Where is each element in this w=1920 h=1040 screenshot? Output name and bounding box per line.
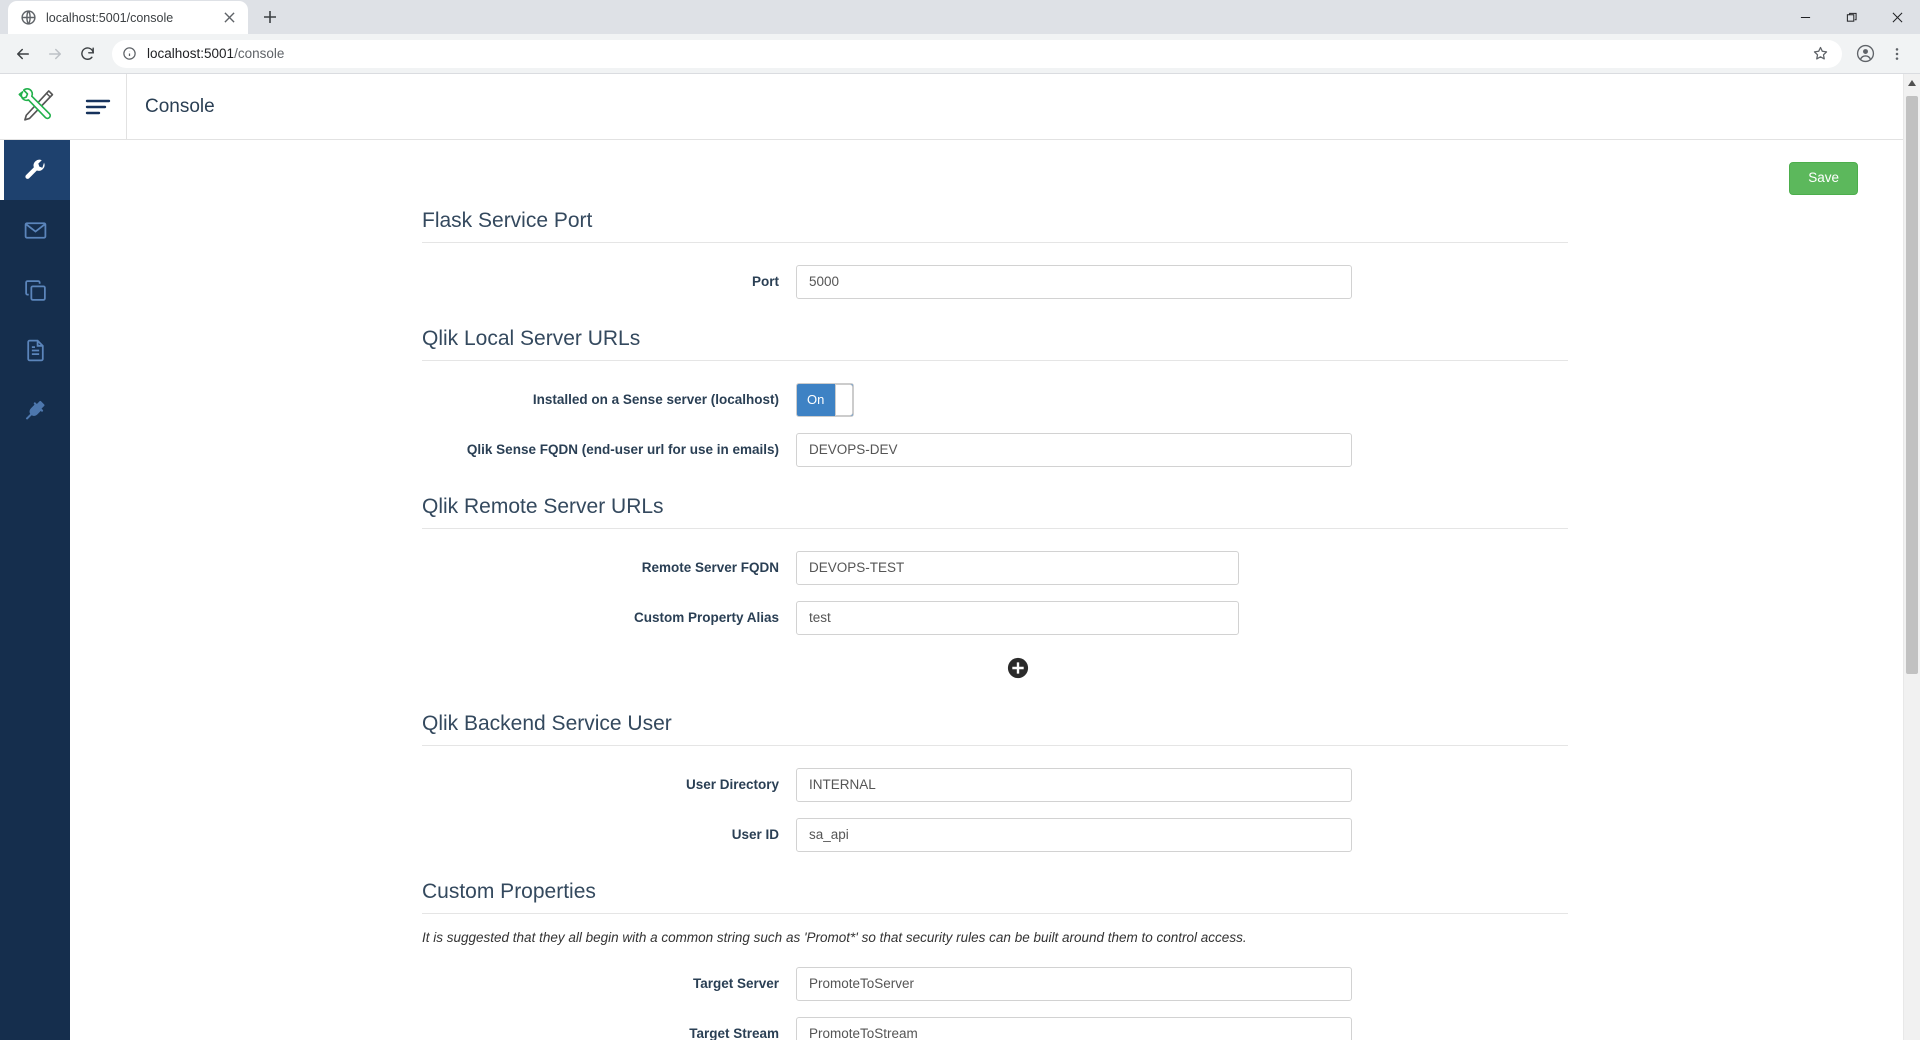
label-target-server: Target Server xyxy=(692,975,779,991)
sidebar-item-plugins[interactable] xyxy=(0,380,70,440)
field-row-remote-fqdn: Remote Server FQDN xyxy=(422,550,1568,585)
scrollbar-thumb[interactable] xyxy=(1906,96,1918,674)
tab-close-icon[interactable] xyxy=(220,9,238,27)
field-row-sense-fqdn: Qlik Sense FQDN (end-user url for use in… xyxy=(422,432,1568,467)
window-maximize-button[interactable] xyxy=(1828,0,1874,34)
window-controls xyxy=(1782,0,1920,34)
label-user-id: User ID xyxy=(731,826,779,842)
address-bar-url: localhost:5001/console xyxy=(147,46,284,61)
address-bar[interactable]: localhost:5001/console xyxy=(112,39,1842,68)
page-viewport: Console Save Flask Service Port Port 500… xyxy=(0,74,1920,1040)
browser-toolbar: localhost:5001/console xyxy=(0,34,1920,74)
scrollbar-up-arrow[interactable] xyxy=(1904,74,1920,91)
label-port: Port xyxy=(752,273,779,289)
new-tab-button[interactable] xyxy=(256,3,284,31)
browser-tab[interactable]: localhost:5001/console xyxy=(8,1,248,34)
profile-avatar-icon[interactable] xyxy=(1850,39,1880,69)
target-stream-input[interactable] xyxy=(796,1016,1352,1040)
label-target-stream: Target Stream xyxy=(689,1025,779,1040)
sidebar xyxy=(0,140,70,1040)
forward-arrow-icon[interactable] xyxy=(40,39,70,69)
envelope-icon xyxy=(23,218,48,243)
sidebar-item-settings[interactable] xyxy=(0,140,70,200)
sidebar-item-mail[interactable] xyxy=(0,200,70,260)
globe-icon xyxy=(20,9,37,26)
browser-menu-icon[interactable] xyxy=(1882,39,1912,69)
label-installed-localhost: Installed on a Sense server (localhost) xyxy=(532,391,779,407)
app-header: Console xyxy=(0,74,1920,140)
plug-icon xyxy=(23,398,48,423)
field-row-custom-property-alias: Custom Property Alias xyxy=(422,600,1568,635)
section-heading-local: Qlik Local Server URLs xyxy=(422,327,1568,361)
section-heading-backend: Qlik Backend Service User xyxy=(422,712,1568,746)
field-row-target-stream: Target Stream xyxy=(422,1016,1568,1040)
browser-tab-title: localhost:5001/console xyxy=(46,10,174,25)
address-path: /console xyxy=(234,46,285,61)
back-arrow-icon[interactable] xyxy=(8,39,38,69)
browser-window: localhost:5001/console localhost:5001/co… xyxy=(0,0,1920,1040)
sense-fqdn-input[interactable] xyxy=(796,432,1352,467)
field-row-user-id: User ID xyxy=(422,817,1568,852)
reload-arrow-icon[interactable] xyxy=(72,39,102,69)
page-scrollbar[interactable] xyxy=(1903,74,1920,1040)
main-content: Save Flask Service Port Port Qlik Local … xyxy=(70,140,1920,1040)
label-custom-property-alias: Custom Property Alias xyxy=(633,609,779,625)
label-sense-fqdn: Qlik Sense FQDN (end-user url for use in… xyxy=(466,441,779,457)
field-row-installed-localhost: Installed on a Sense server (localhost) … xyxy=(422,382,1568,417)
user-id-input[interactable] xyxy=(796,817,1352,852)
copy-icon xyxy=(23,278,48,303)
section-heading-flask: Flask Service Port xyxy=(422,209,1568,243)
window-close-button[interactable] xyxy=(1874,0,1920,34)
plus-circle-icon[interactable] xyxy=(1007,657,1029,684)
field-row-port: Port xyxy=(422,264,1568,299)
toggle-knob xyxy=(835,383,853,416)
page-title: Console xyxy=(145,95,215,117)
toggle-state-label: On xyxy=(807,392,825,408)
section-heading-remote: Qlik Remote Server URLs xyxy=(422,495,1568,529)
field-row-user-directory: User Directory xyxy=(422,767,1568,802)
installed-localhost-toggle[interactable]: On xyxy=(796,382,854,417)
info-circle-icon xyxy=(122,46,138,62)
save-toolbar: Save xyxy=(110,162,1880,195)
sidebar-item-documents[interactable] xyxy=(0,320,70,380)
add-remote-server-row xyxy=(422,651,1568,684)
label-remote-fqdn: Remote Server FQDN xyxy=(641,559,779,575)
user-directory-input[interactable] xyxy=(796,767,1352,802)
label-user-directory: User Directory xyxy=(685,776,779,792)
bookmark-star-icon[interactable] xyxy=(1812,45,1830,63)
settings-form: Flask Service Port Port Qlik Local Serve… xyxy=(422,209,1568,1040)
custom-property-alias-input[interactable] xyxy=(796,600,1239,635)
remote-fqdn-input[interactable] xyxy=(796,550,1239,585)
custom-properties-note: It is suggested that they all begin with… xyxy=(422,929,1247,945)
wrench-icon xyxy=(23,158,48,183)
field-row-target-server: Target Server xyxy=(422,966,1568,1001)
port-input[interactable] xyxy=(796,264,1352,299)
tools-logo-icon[interactable] xyxy=(0,74,70,140)
hamburger-menu-icon[interactable] xyxy=(70,74,126,140)
window-minimize-button[interactable] xyxy=(1782,0,1828,34)
address-host: localhost:5001 xyxy=(147,46,235,61)
section-heading-custom-properties: Custom Properties xyxy=(422,880,1568,914)
target-server-input[interactable] xyxy=(796,966,1352,1001)
document-icon xyxy=(23,338,48,363)
save-button[interactable]: Save xyxy=(1789,162,1858,195)
sidebar-item-copy[interactable] xyxy=(0,260,70,320)
browser-tab-strip: localhost:5001/console xyxy=(0,0,1920,34)
